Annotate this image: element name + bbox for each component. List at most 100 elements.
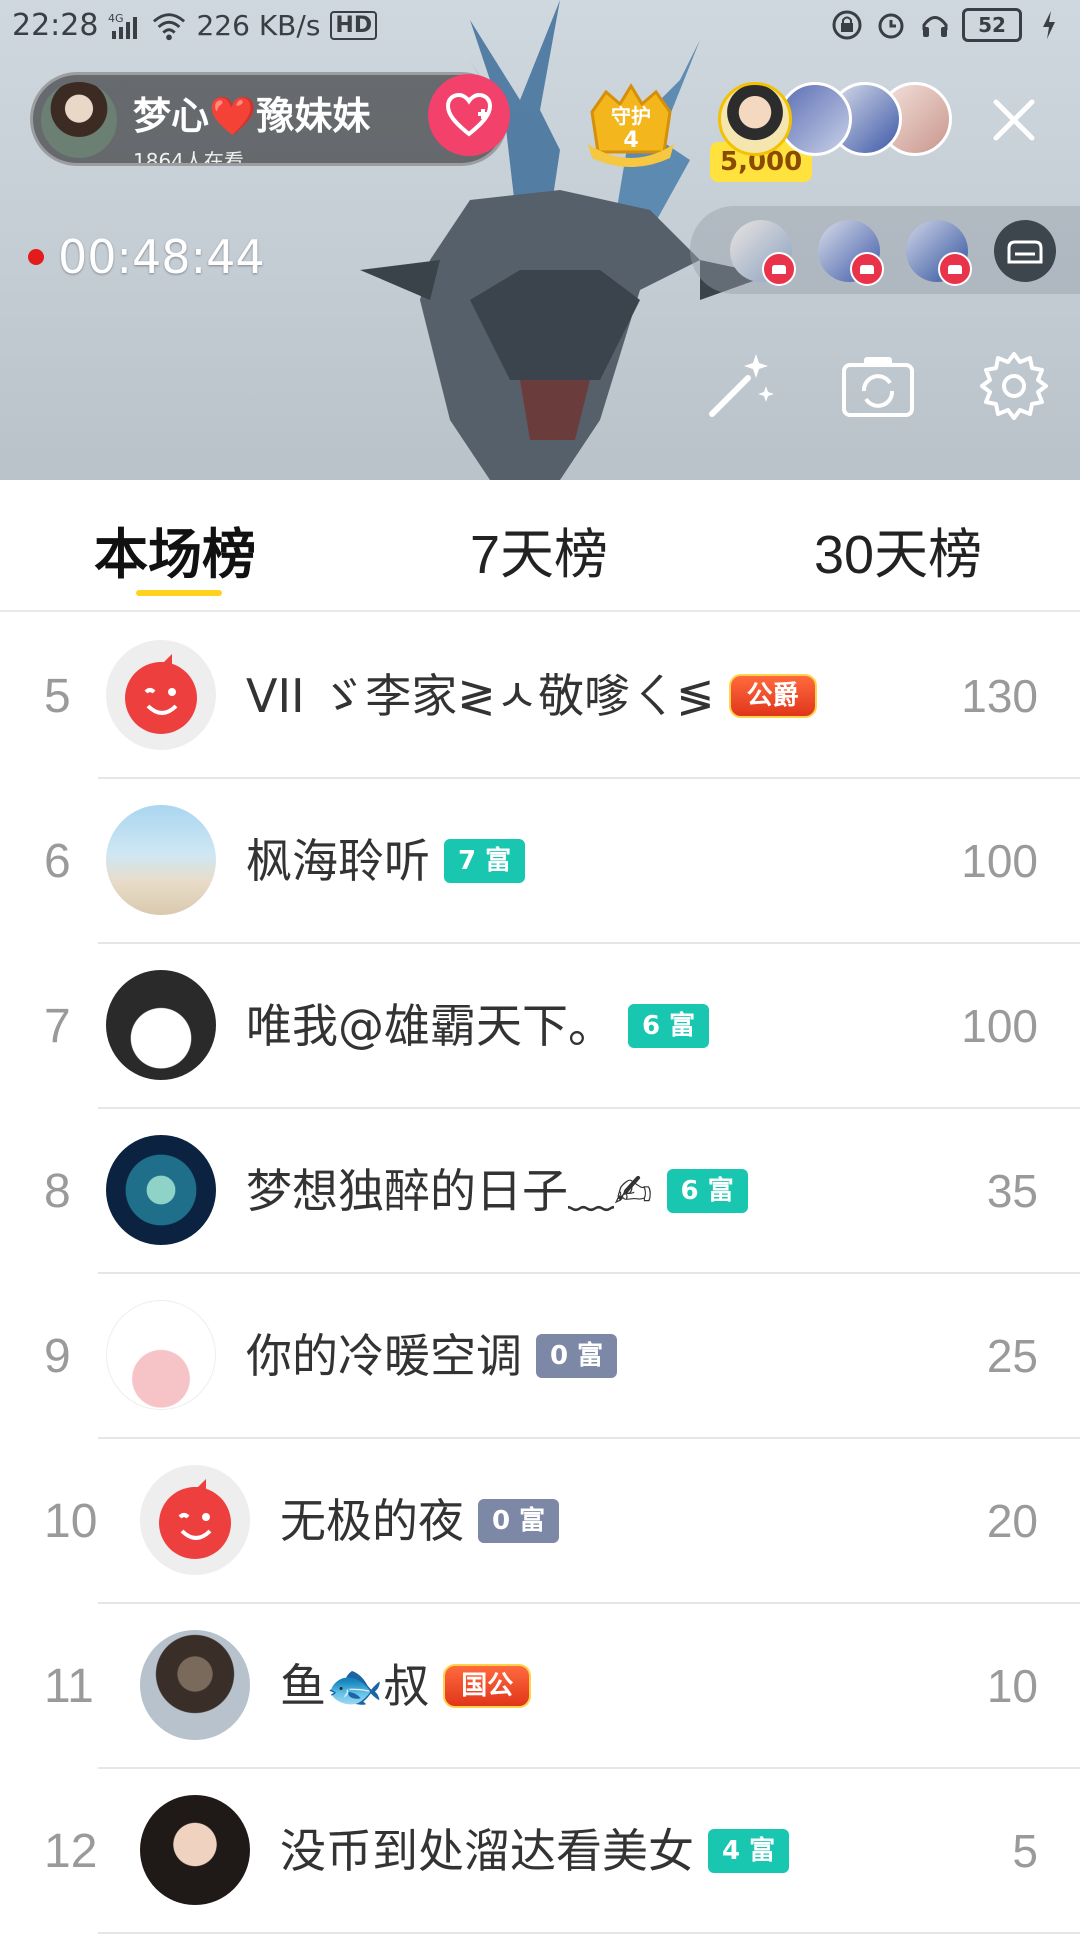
- list-item[interactable]: 12 没币到处溜达看美女 4 富 5: [0, 1769, 1080, 1934]
- svg-text:4G: 4G: [108, 12, 124, 25]
- list-item-name: 枫海聆听 7 富: [246, 779, 526, 944]
- follow-heart-icon: [445, 92, 493, 137]
- contribution-score: 5: [1012, 1825, 1038, 1877]
- user-name: 枫海聆听: [246, 834, 430, 888]
- rank-number: 5: [44, 670, 71, 723]
- user-name: VII ゞ李家≷ㅅ敬嗲ㄑ≶: [246, 669, 715, 723]
- list-item-name: 鱼🐟叔 国公: [280, 1604, 532, 1769]
- user-name: 鱼🐟叔: [280, 1659, 430, 1713]
- contribution-score: 20: [986, 1495, 1038, 1547]
- user-name: 唯我@雄霸天下。: [246, 999, 614, 1053]
- wealth-badge: 0 富: [478, 1498, 560, 1543]
- wealth-badge: 0 富: [536, 1333, 618, 1378]
- avatar[interactable]: [106, 970, 216, 1080]
- contribution-score: 100: [961, 835, 1038, 887]
- avatar[interactable]: [106, 805, 216, 915]
- sofa-icon: [762, 252, 796, 286]
- ranking-tabs: 本场榜 7天榜 30天榜: [0, 480, 1080, 612]
- avatar[interactable]: [140, 1630, 250, 1740]
- list-item[interactable]: 8 梦想独醉的日子﹏✍ 6 富 35: [0, 1109, 1080, 1274]
- signal-icon: 4G: [108, 9, 142, 43]
- seat-bar: [690, 206, 1080, 294]
- rank-number: 10: [44, 1495, 98, 1548]
- tab-7-days[interactable]: 7天榜: [470, 510, 608, 589]
- list-item[interactable]: 5 VII ゞ李家≷ㅅ敬嗲ㄑ≶ 公爵 130: [0, 614, 1080, 779]
- avatar[interactable]: [140, 1465, 250, 1575]
- seat-avatar[interactable]: [906, 220, 972, 286]
- contribution-score: 130: [961, 670, 1038, 722]
- seat-avatar[interactable]: [818, 220, 884, 286]
- avatar[interactable]: [106, 640, 216, 750]
- charging-icon: [1032, 8, 1066, 42]
- status-bar: 22:28 4G 226 KB/s HD 52: [0, 0, 1080, 54]
- battery-indicator: 52: [962, 8, 1022, 42]
- tab-30-days[interactable]: 30天榜: [814, 510, 982, 589]
- rank-number: 6: [44, 835, 71, 888]
- list-item[interactable]: 7 唯我@雄霸天下。 6 富 100: [0, 944, 1080, 1109]
- host-avatar[interactable]: [41, 82, 117, 158]
- avatar[interactable]: [106, 1300, 216, 1410]
- wealth-badge: 6 富: [628, 1003, 710, 1048]
- list-item-name: 梦想独醉的日子﹏✍ 6 富: [246, 1109, 748, 1274]
- top-fans-group[interactable]: [718, 82, 952, 156]
- list-item-name: 没币到处溜达看美女 4 富: [280, 1769, 790, 1934]
- list-item-name: 你的冷暖空调 0 富: [246, 1274, 618, 1439]
- list-item[interactable]: 10 无极的夜 0 富 20: [0, 1439, 1080, 1604]
- user-name: 梦想独醉的日子﹏✍: [246, 1164, 653, 1218]
- alarm-icon: [874, 8, 908, 42]
- close-icon: [993, 99, 1035, 141]
- wealth-badge: 6 富: [666, 1168, 748, 1213]
- list-item-name: 唯我@雄霸天下。 6 富: [246, 944, 710, 1109]
- headphones-icon: [918, 8, 952, 42]
- recording-dot: [28, 249, 44, 265]
- guard-badge[interactable]: 守护 4: [586, 82, 676, 168]
- rank-number: 8: [44, 1165, 71, 1218]
- sofa-icon: [938, 252, 972, 286]
- settings-icon: [980, 352, 1048, 420]
- wealth-badge: 7 富: [444, 838, 526, 883]
- contribution-score: 100: [961, 1000, 1038, 1052]
- contribution-score: 35: [986, 1165, 1038, 1217]
- switch-camera-button[interactable]: [838, 346, 918, 426]
- wealth-badge: 4 富: [708, 1828, 790, 1873]
- follow-button[interactable]: [428, 74, 510, 156]
- rank-number: 7: [44, 1000, 71, 1053]
- rank-number: 11: [44, 1660, 94, 1713]
- beauty-button[interactable]: [700, 346, 780, 426]
- network-speed: 226 KB/s: [196, 9, 321, 42]
- close-button[interactable]: [990, 96, 1038, 144]
- avatar[interactable]: [106, 1135, 216, 1245]
- contribution-score: 25: [986, 1330, 1038, 1382]
- seat-avatar[interactable]: [730, 220, 796, 286]
- avatar[interactable]: [140, 1795, 250, 1905]
- lock-icon: [830, 8, 864, 42]
- tab-this-show[interactable]: 本场榜: [94, 510, 256, 589]
- sofa-icon: [850, 252, 884, 286]
- noble-badge: 公爵: [728, 673, 817, 718]
- list-item[interactable]: 9 你的冷暖空调 0 富 25: [0, 1274, 1080, 1439]
- sofa-icon: [1007, 240, 1043, 264]
- list-item-name: VII ゞ李家≷ㅅ敬嗲ㄑ≶ 公爵: [246, 614, 817, 779]
- rank-number: 12: [44, 1825, 98, 1878]
- top-fan-avatar[interactable]: [718, 82, 792, 156]
- host-name: 梦心❤️豫妹妹: [133, 94, 371, 138]
- default-avatar-icon: [125, 654, 197, 734]
- contribution-score: 10: [986, 1660, 1038, 1712]
- user-name: 你的冷暖空调: [246, 1329, 522, 1383]
- list-item[interactable]: 6 枫海聆听 7 富 100: [0, 779, 1080, 944]
- live-video-area: 22:28 4G 226 KB/s HD 52 梦心❤️豫妹妹 1864人在看 …: [0, 0, 1080, 480]
- noble-badge: 国公: [443, 1663, 532, 1708]
- user-name: 无极的夜: [280, 1494, 464, 1548]
- guard-label: 守护: [611, 104, 651, 128]
- empty-seat[interactable]: [994, 220, 1056, 282]
- active-tab-indicator: [136, 590, 222, 596]
- viewer-count: 1864人在看: [133, 149, 244, 163]
- status-time: 22:28: [12, 8, 99, 43]
- settings-button[interactable]: [974, 346, 1054, 426]
- list-item[interactable]: 11 鱼🐟叔 国公 10: [0, 1604, 1080, 1769]
- user-name: 没币到处溜达看美女: [280, 1824, 694, 1878]
- rank-number: 9: [44, 1330, 71, 1383]
- live-duration: 00:48:44: [58, 230, 265, 284]
- guard-count: 4: [623, 128, 639, 153]
- camera-switch-icon: [842, 357, 914, 417]
